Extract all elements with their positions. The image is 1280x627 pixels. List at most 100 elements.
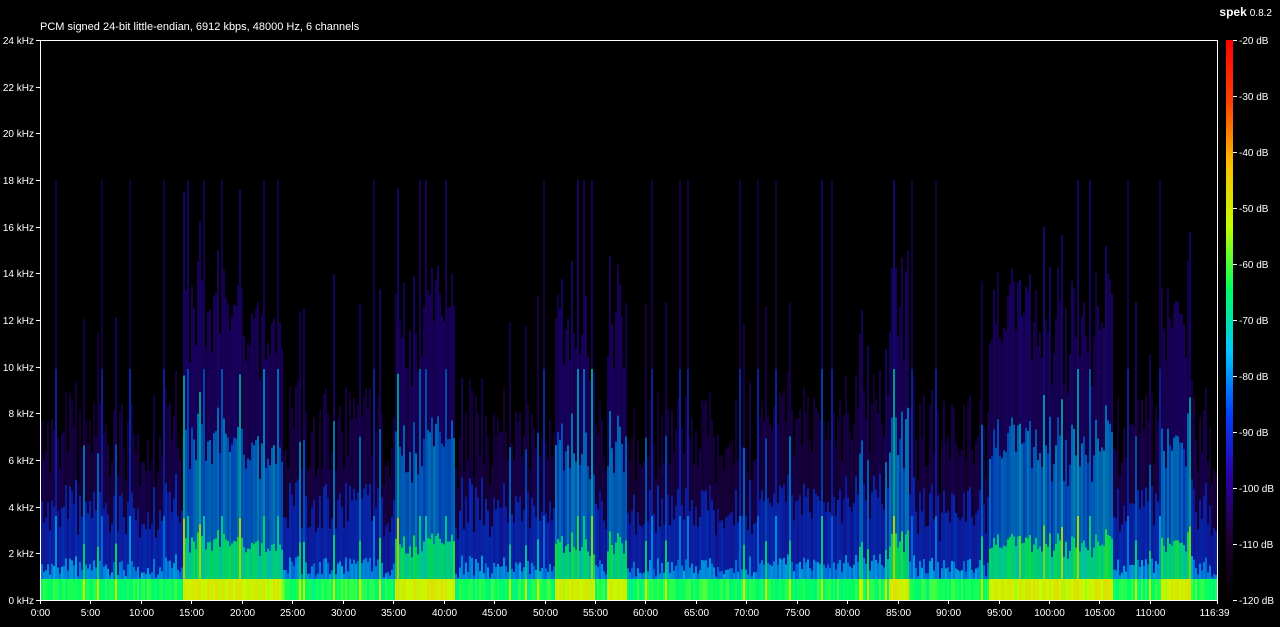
spectrogram-band	[1051, 384, 1053, 482]
spectrogram-band	[47, 502, 49, 565]
spectrogram-band	[329, 469, 331, 529]
spectrogram-band	[947, 510, 949, 568]
spectrogram-band	[1081, 543, 1083, 579]
spectrogram-band	[173, 415, 175, 499]
spectrogram-band	[265, 359, 267, 468]
spectrogram-band	[613, 472, 615, 554]
spectrogram-band	[1059, 540, 1061, 579]
spectrogram-band	[821, 516, 823, 579]
spectrogram-band	[1149, 354, 1151, 465]
spectrogram-band	[1115, 450, 1117, 518]
spectrogram-band	[583, 180, 585, 369]
spectrogram-band	[951, 579, 953, 600]
spectrogram-band	[759, 499, 761, 564]
spectrogram-band	[1065, 439, 1067, 542]
spectrogram-band	[639, 524, 641, 573]
spectrogram-band	[973, 525, 975, 573]
spectrogram-band	[725, 517, 727, 570]
spectrogram-band	[459, 437, 461, 511]
spectrogram-band	[929, 405, 931, 494]
spectrogram-band	[1191, 479, 1193, 557]
spectrogram-band	[553, 579, 555, 600]
spectrogram-band	[719, 571, 721, 579]
spectrogram-band	[475, 579, 477, 600]
spectrogram-band	[571, 260, 573, 414]
spectrogram-band	[1099, 579, 1101, 600]
spectrogram-band	[481, 555, 483, 579]
spectrogram-band	[601, 501, 603, 565]
spectrogram-band	[737, 522, 739, 572]
spectrogram-band	[339, 406, 341, 494]
spectrogram-band	[1003, 450, 1005, 546]
spectrogram-band	[761, 560, 763, 579]
spectrogram-band	[643, 523, 645, 573]
spectrogram-band	[45, 579, 47, 600]
spectrogram-band	[81, 448, 83, 517]
spectrogram-band	[433, 544, 435, 579]
spectrogram-band	[881, 503, 883, 565]
spectrogram-band	[537, 579, 539, 600]
spectrogram-band	[151, 572, 153, 579]
spectrogram-band	[1183, 579, 1185, 600]
spectrogram-band	[1195, 440, 1197, 513]
spectrogram-band	[293, 579, 295, 600]
spectrogram-band	[557, 538, 559, 579]
spectrogram-band	[943, 490, 945, 561]
spectrogram-band	[1063, 383, 1065, 481]
spectrogram-band	[307, 468, 309, 528]
spectrogram-band	[857, 407, 859, 495]
spectrogram-band	[939, 492, 941, 541]
spectrogram-band	[471, 557, 473, 579]
spectrogram-band	[469, 579, 471, 600]
spectrogram-band	[1123, 565, 1125, 579]
spectrogram-band	[923, 579, 925, 600]
spectrogram-band	[79, 495, 81, 563]
spectrogram-band	[55, 579, 57, 600]
spectrogram-band	[1069, 579, 1071, 600]
spectrogram-band	[1151, 486, 1153, 559]
spectrogram-band	[277, 579, 279, 600]
spectrogram-band	[125, 579, 127, 600]
spectrogram-band	[163, 180, 165, 369]
spectrogram-band	[905, 271, 907, 420]
spectrogram-band	[593, 474, 595, 555]
spectrogram-band	[1113, 569, 1115, 579]
spectrogram-band	[609, 411, 611, 532]
spectrogram-band	[589, 380, 591, 480]
spectrogram-band	[1077, 516, 1079, 579]
spectrogram-band	[849, 506, 851, 567]
spectrogram-band	[415, 546, 417, 579]
spectrogram-band	[457, 579, 459, 600]
spectrogram-band	[997, 419, 999, 535]
spectrogram-band	[1015, 451, 1017, 546]
spectrogram-band	[163, 516, 165, 579]
spectrogram-band	[927, 525, 929, 574]
spectrogram-band	[553, 432, 555, 508]
spectrogram-band	[161, 456, 163, 521]
spectrogram-band	[1079, 551, 1081, 579]
spectrogram-band	[357, 492, 359, 561]
spectrogram-band	[929, 493, 931, 562]
spectrogram-band	[773, 493, 775, 562]
spectrogram-band	[375, 579, 377, 600]
spectrogram-band	[611, 579, 613, 600]
spectrogram-band	[819, 500, 821, 564]
spectrogram-band	[775, 516, 777, 579]
spectrogram-band	[595, 503, 597, 566]
spectrogram-band	[659, 526, 661, 574]
spectrogram-band	[409, 451, 411, 547]
spectrogram-band	[505, 507, 507, 567]
spectrogram-band	[519, 579, 521, 600]
spectrogram-band	[1007, 432, 1009, 540]
spectrogram-band	[1029, 534, 1031, 579]
spectrogram-band	[321, 579, 323, 600]
spectrogram-band	[1057, 533, 1059, 579]
spectrogram-band	[1061, 526, 1063, 579]
spectrogram-band	[965, 521, 967, 572]
spectrogram-band	[855, 374, 857, 477]
spectrogram-band	[717, 579, 719, 600]
spectrogram-band	[49, 530, 51, 575]
spectrogram-band	[189, 469, 191, 553]
spectrogram-band	[123, 579, 125, 600]
spectrogram-band	[503, 579, 505, 600]
